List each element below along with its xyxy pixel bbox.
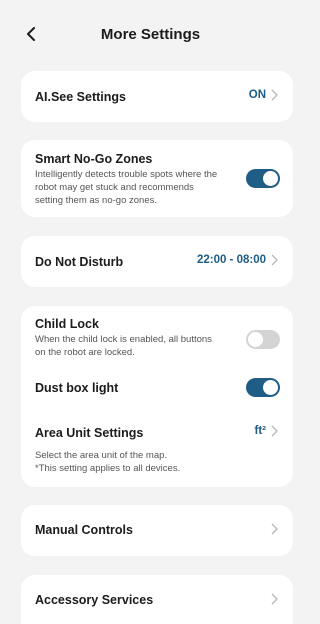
do-not-disturb-time-value: 22:00 - 08:00 [196,254,266,266]
toggle-knob [263,171,278,186]
ai-see-status-value: ON [248,89,266,101]
area-unit-value: ft² [254,425,267,437]
area-unit-settings-label: Area Unit Settings [35,426,144,440]
accessory-services-label: Accessory Services [35,593,154,607]
header: More Settings [0,0,301,68]
ai-see-settings-row[interactable]: AI.See Settings ON [21,71,293,122]
toggle-knob [263,380,278,395]
chevron-right-icon [271,523,278,535]
manual-controls-row[interactable]: Manual Controls [21,505,293,556]
toggle-knob [248,332,263,347]
page-title: More Settings [100,26,201,43]
manual-controls-label: Manual Controls [35,523,133,537]
smart-no-go-zones-description: Intelligently detects trouble spots wher… [35,169,218,206]
do-not-disturb-label: Do Not Disturb [35,255,124,269]
ai-see-settings-label: AI.See Settings [35,90,126,104]
smart-no-go-zones-toggle[interactable] [246,169,280,188]
chevron-right-icon [271,425,278,437]
child-lock-description: When the child lock is enabled, all butt… [35,334,212,358]
child-lock-toggle[interactable] [246,330,280,349]
area-unit-settings-row[interactable]: Area Unit Settings ft² Select the area u… [21,414,293,480]
do-not-disturb-row[interactable]: Do Not Disturb 22:00 - 08:00 [21,236,293,287]
smart-no-go-zones-label: Smart No-Go Zones [35,152,153,166]
child-lock-label: Child Lock [35,317,99,331]
smart-no-go-zones-card: Smart No-Go Zones Intelligently detects … [21,140,293,217]
accessory-services-row[interactable]: Accessory Services [21,575,293,624]
dust-box-light-label: Dust box light [35,381,119,395]
area-unit-description: Select the area unit of the map. *This s… [35,450,181,474]
dust-box-light-toggle[interactable] [246,378,280,397]
chevron-right-icon [271,593,278,605]
chevron-right-icon [271,254,278,266]
device-settings-card: Child Lock When the child lock is enable… [21,306,293,487]
chevron-right-icon [271,89,278,101]
